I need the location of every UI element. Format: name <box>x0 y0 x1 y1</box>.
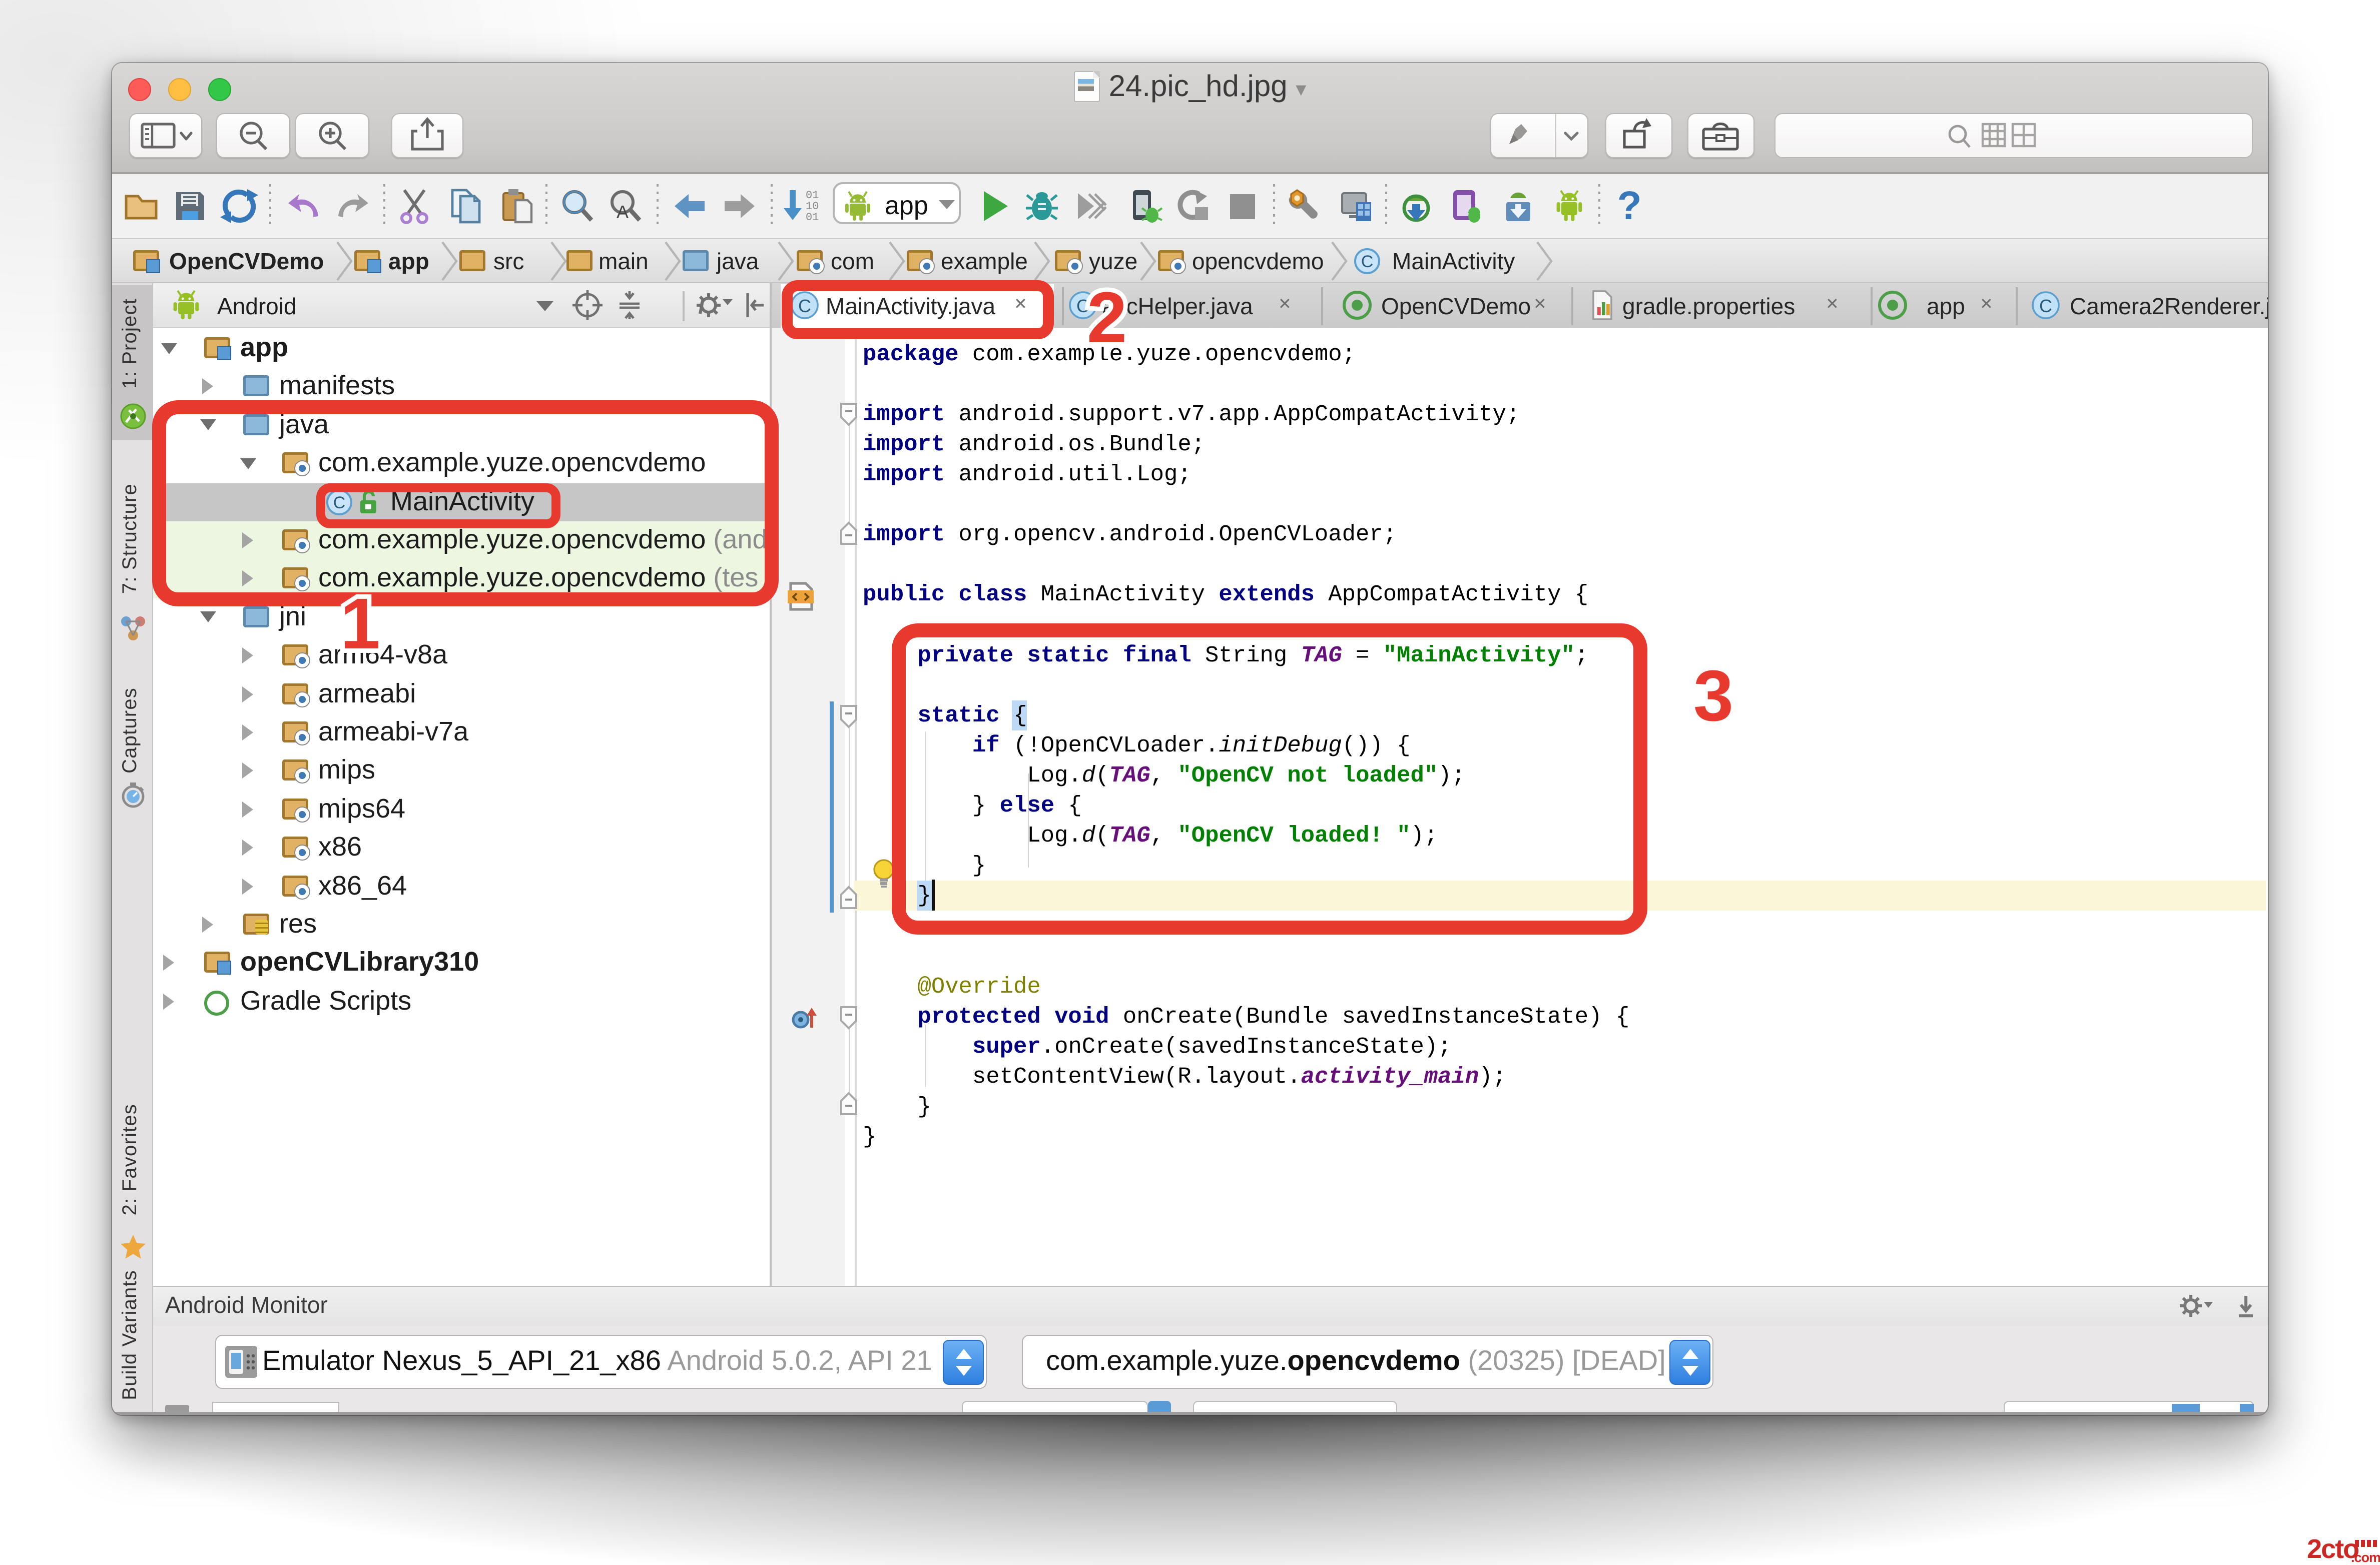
svg-text:01: 01 <box>806 211 819 224</box>
svg-text:?: ? <box>1617 183 1642 228</box>
svg-text:Android: Android <box>217 293 297 319</box>
svg-text:2: 2 <box>1087 277 1127 358</box>
svg-text:1: 1 <box>340 583 380 664</box>
svg-text:C: C <box>2039 296 2052 316</box>
svg-text:app: app <box>885 191 928 220</box>
svg-text:A: A <box>617 202 629 222</box>
svg-text:3: 3 <box>1693 655 1733 736</box>
